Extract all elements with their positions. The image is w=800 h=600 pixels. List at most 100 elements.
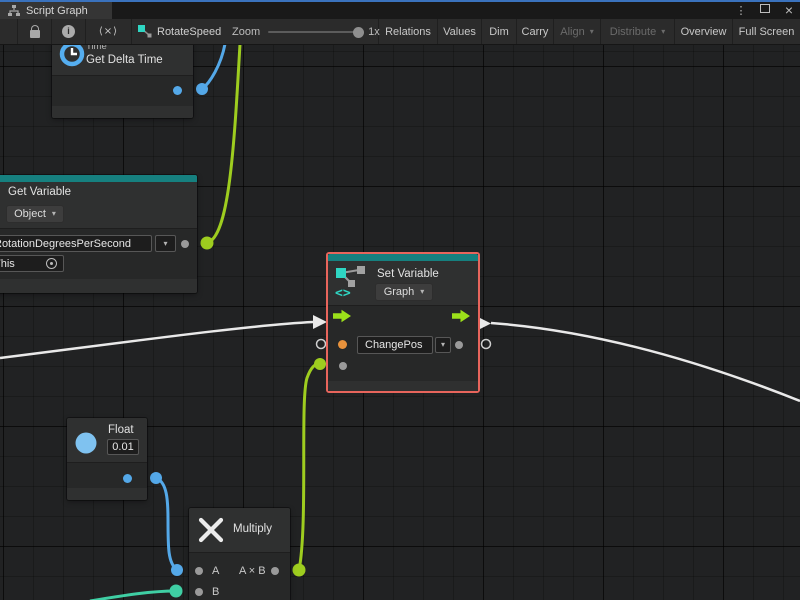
- graph-toolbar: RotateSpeed Zoom 1x Relations Values Dim…: [0, 19, 800, 45]
- code-icon: [99, 26, 118, 37]
- wire-end-dot[interactable]: [150, 472, 162, 484]
- zoom-label: Zoom: [232, 26, 260, 38]
- button-label: Full Screen: [739, 26, 795, 38]
- node-body: [52, 75, 193, 107]
- wire-multiply-to-setvariable[interactable]: [299, 364, 320, 570]
- window-controls: [734, 2, 796, 19]
- output-port[interactable]: [455, 341, 463, 349]
- script-graph-window: Time Get Delta Time Get Variable Object …: [0, 0, 800, 600]
- button-label: Relations: [385, 26, 431, 38]
- variable-scope-dropdown[interactable]: Graph: [375, 283, 433, 301]
- input-port-b[interactable]: [195, 588, 203, 596]
- wire-end-dot[interactable]: [196, 83, 208, 95]
- output-port[interactable]: [181, 240, 189, 248]
- node-footer: [67, 488, 147, 500]
- node-get-variable[interactable]: Get Variable Object RotationDegreesPerSe…: [0, 175, 197, 293]
- port-label-b: B: [212, 586, 219, 598]
- node-body: ChangePos: [328, 305, 478, 383]
- node-float[interactable]: Float 0.01: [67, 418, 147, 500]
- graph-hierarchy-icon: [8, 5, 20, 16]
- multiply-icon: [198, 517, 224, 543]
- chevron-down-icon: [420, 288, 424, 296]
- carry-button[interactable]: Carry: [516, 19, 553, 44]
- chevron-down-icon: [163, 240, 167, 248]
- wire-getvariable-out[interactable]: [207, 44, 240, 243]
- scope-label: Graph: [384, 286, 415, 298]
- input-port-a[interactable]: [195, 567, 203, 575]
- toolbar-spacer: [0, 19, 18, 44]
- output-port[interactable]: [123, 474, 132, 483]
- maximize-icon[interactable]: [758, 2, 772, 19]
- close-icon[interactable]: [782, 2, 796, 20]
- dim-button[interactable]: Dim: [481, 19, 516, 44]
- unconnected-port-ring[interactable]: [482, 340, 491, 349]
- wire-float-to-multiply-a[interactable]: [156, 478, 177, 570]
- port-label-result: A × B: [239, 565, 266, 577]
- node-footer: [52, 106, 193, 118]
- node-header: Float 0.01: [67, 418, 147, 462]
- node-title: Float: [108, 424, 134, 436]
- overview-button[interactable]: Overview: [674, 19, 732, 44]
- button-label: Align: [560, 26, 584, 38]
- node-multiply[interactable]: Multiply A A × B B: [189, 508, 290, 600]
- distribute-button[interactable]: Distribute: [600, 19, 674, 44]
- wire-end-dot[interactable]: [201, 237, 214, 250]
- node-set-variable[interactable]: <> Set Variable Graph ChangePos: [328, 254, 478, 391]
- node-footer: [328, 381, 478, 391]
- node-header: Get Variable Object: [0, 182, 197, 228]
- value-input-port[interactable]: [338, 340, 347, 349]
- wire-end-dot[interactable]: [293, 564, 306, 577]
- scope-label: Object: [14, 208, 46, 220]
- wire-flow-in[interactable]: [0, 322, 313, 358]
- values-button[interactable]: Values: [437, 19, 481, 44]
- chevron-down-icon: [590, 28, 594, 36]
- wire-end-dot[interactable]: [314, 358, 326, 370]
- output-port[interactable]: [173, 86, 182, 95]
- variable-name-field[interactable]: RotationDegreesPerSecond: [0, 235, 152, 252]
- node-title: Get Delta Time: [86, 54, 163, 66]
- zoom-slider[interactable]: [268, 31, 360, 33]
- node-get-delta-time[interactable]: Time Get Delta Time: [52, 38, 193, 118]
- info-button[interactable]: [52, 19, 86, 44]
- flow-output-arrow-icon[interactable]: [452, 309, 471, 323]
- flow-input-arrow-icon[interactable]: [333, 309, 352, 323]
- wire-end-dot[interactable]: [171, 564, 183, 576]
- script-graph-asset-icon: [138, 25, 152, 38]
- node-body: RotationDegreesPerSecond This: [0, 228, 197, 280]
- align-button[interactable]: Align: [553, 19, 600, 44]
- unconnected-port-ring[interactable]: [317, 340, 326, 349]
- node-title: Get Variable: [8, 186, 71, 198]
- object-picker-icon[interactable]: [46, 258, 57, 269]
- wire-to-multiply-b[interactable]: [90, 591, 176, 600]
- tab-bar: Script Graph: [0, 2, 800, 19]
- zoom-slider-handle[interactable]: [353, 27, 364, 38]
- variable-name-dropdown[interactable]: [435, 337, 451, 353]
- graph-name-label: RotateSpeed: [157, 26, 221, 38]
- wire-deltatime-out[interactable]: [202, 44, 225, 89]
- variable-scope-dropdown[interactable]: Object: [6, 205, 64, 223]
- variable-name-dropdown[interactable]: [155, 235, 176, 252]
- fallback-input-port[interactable]: [339, 362, 347, 370]
- variable-header-strip: [328, 254, 478, 261]
- flow-arrow-in: [313, 315, 327, 329]
- wire-end-dot[interactable]: [170, 585, 183, 598]
- kebab-menu-icon[interactable]: [734, 2, 748, 20]
- graph-name: RotateSpeed: [132, 19, 221, 44]
- wire-flow-out[interactable]: [491, 323, 800, 401]
- output-port-result[interactable]: [271, 567, 279, 575]
- node-set-variable-selected[interactable]: <> Set Variable Graph ChangePos: [326, 252, 480, 393]
- full-screen-button[interactable]: Full Screen: [732, 19, 800, 44]
- variable-name-field[interactable]: ChangePos: [357, 336, 433, 354]
- relations-button[interactable]: Relations: [378, 19, 437, 44]
- tab-title: Script Graph: [26, 5, 88, 17]
- node-body: A A × B B: [189, 552, 290, 600]
- tab-script-graph[interactable]: Script Graph: [0, 2, 112, 19]
- node-footer: [0, 279, 197, 293]
- float-value-input[interactable]: 0.01: [107, 439, 139, 455]
- node-title: Set Variable: [377, 268, 439, 280]
- lock-button[interactable]: [18, 19, 52, 44]
- node-header: <> Set Variable Graph: [328, 261, 478, 305]
- svg-text:<>: <>: [335, 286, 351, 298]
- float-icon: [75, 432, 97, 454]
- code-preview-button[interactable]: [86, 19, 132, 44]
